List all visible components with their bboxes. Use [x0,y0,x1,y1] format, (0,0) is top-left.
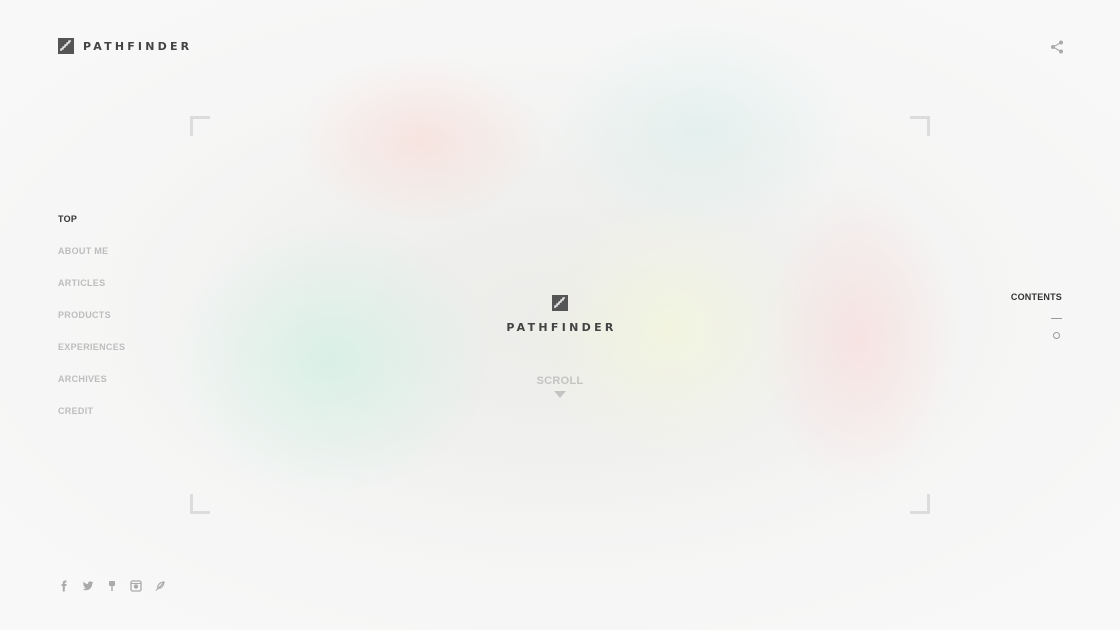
frame-corner-top-right [910,116,930,136]
twitter-icon[interactable] [82,579,94,591]
frame-corner-bottom-right [910,494,930,514]
contents-label: CONTENTS [1010,292,1062,302]
contents-dot-indicator[interactable] [1053,332,1060,339]
share-icon[interactable] [1049,39,1065,55]
hero: PATHFINDER [0,295,1120,334]
page: PATHFINDER TOP ABOUT ME ARTICLES PRODUCT… [0,0,1120,630]
brand-logo-link[interactable]: PATHFINDER [58,38,192,54]
brand-name: PATHFINDER [83,39,193,53]
frame-corner-top-left [190,116,210,136]
contents-dash-indicator[interactable] [1051,318,1062,319]
social-links [58,579,166,592]
facebook-icon[interactable] [58,579,70,592]
frame-corner-bottom-left [190,494,210,514]
pathfinder-stairs-icon [58,38,74,54]
contents-nav: CONTENTS [1011,292,1062,339]
caret-down-icon [554,391,566,398]
instagram-icon[interactable] [130,579,142,592]
scroll-label: SCROLL [536,375,584,387]
nav-item-about-me[interactable]: ABOUT ME [58,245,125,277]
hero-title: PATHFINDER [506,321,617,334]
feather-icon[interactable] [154,579,166,591]
pin-icon[interactable] [106,579,118,591]
hero-stairs-icon [552,295,568,311]
nav-item-credit[interactable]: CREDIT [58,405,125,437]
nav-item-top[interactable]: TOP [58,213,125,245]
scroll-indicator[interactable]: SCROLL [0,375,1120,398]
nav-item-experiences[interactable]: EXPERIENCES [58,341,125,373]
